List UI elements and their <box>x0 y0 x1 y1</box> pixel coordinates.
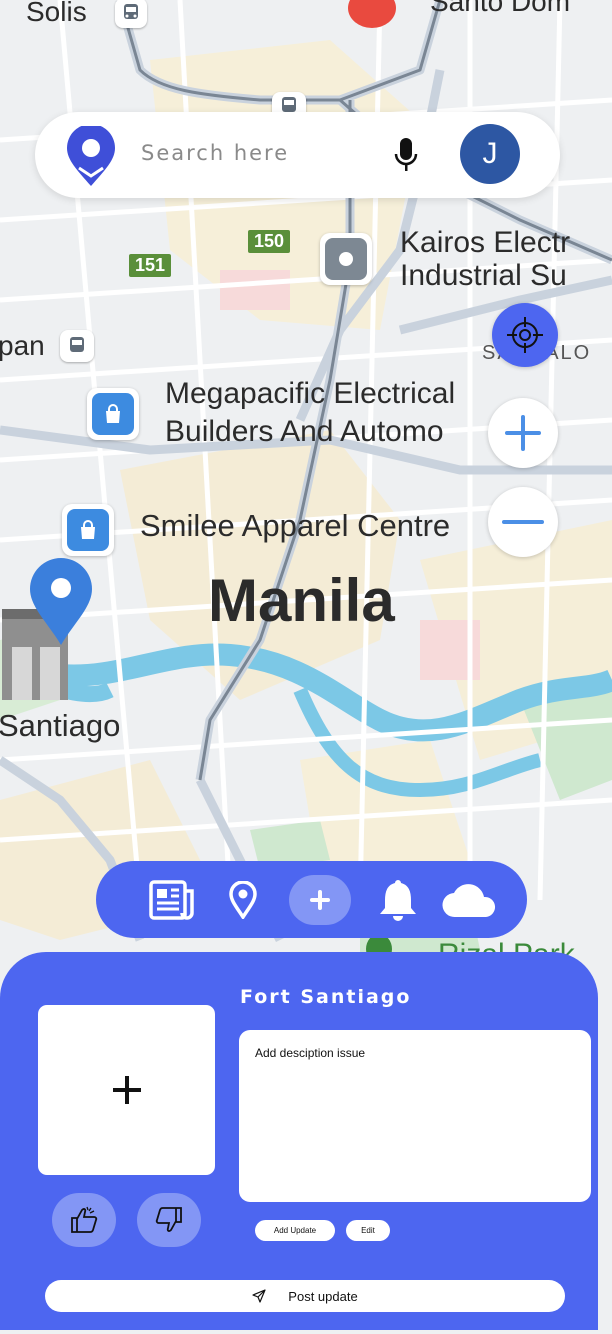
nav-news[interactable] <box>144 861 200 938</box>
post-update-label: Post update <box>288 1288 358 1304</box>
thumbs-up-icon <box>71 1206 98 1233</box>
post-update-button[interactable]: Post update <box>45 1280 565 1312</box>
poi-kairos[interactable] <box>320 233 372 285</box>
nav-location[interactable] <box>223 861 263 938</box>
place-label-santiago: Santiago <box>0 708 121 743</box>
search-input[interactable]: Search here <box>141 141 289 165</box>
crosshair-icon <box>507 317 543 353</box>
bell-icon <box>380 879 416 921</box>
bottom-nav <box>96 861 527 938</box>
place-label-solis: Solis <box>26 0 87 27</box>
news-icon <box>149 879 194 920</box>
shopping-bag-icon <box>92 393 134 435</box>
place-label-santo: Santo Dom <box>430 0 571 17</box>
place-label-smilee: Smilee Apparel Centre <box>140 508 451 543</box>
nav-weather[interactable] <box>440 861 500 938</box>
add-photo-button[interactable] <box>38 1005 215 1175</box>
poi-smilee[interactable] <box>62 504 114 556</box>
plus-icon <box>112 1076 141 1104</box>
location-pin-icon <box>229 880 257 919</box>
place-label-line: Megapacific Electrical <box>165 377 456 410</box>
description-input[interactable]: Add desciption issue <box>239 1030 591 1202</box>
bus-stop-icon[interactable] <box>115 0 147 28</box>
city-label: Manila <box>208 567 395 634</box>
search-bar[interactable]: Search here J <box>35 112 560 198</box>
zoom-in-button[interactable] <box>488 398 558 468</box>
nav-add[interactable] <box>289 861 351 938</box>
add-icon <box>310 889 330 910</box>
thumbs-up-button[interactable] <box>52 1193 116 1247</box>
my-location-button[interactable] <box>492 303 558 367</box>
edit-button[interactable]: Edit <box>346 1220 390 1241</box>
location-detail-panel: Fort Santiago Add desciption issue Add U… <box>0 952 598 1330</box>
cloud-icon <box>442 883 496 917</box>
place-label-line: Kairos Electr <box>400 226 571 259</box>
minus-icon <box>502 520 544 524</box>
place-label-kairos: Kairos Electr Industrial Su <box>400 226 570 292</box>
poi-megapacific[interactable] <box>87 388 139 440</box>
place-label-pan: pan <box>0 330 45 361</box>
road-shield: 150 <box>248 230 291 253</box>
app-logo-icon <box>65 124 117 188</box>
place-label-line: Industrial Su <box>400 259 567 292</box>
add-update-button[interactable]: Add Update <box>255 1220 335 1241</box>
panel-title: Fort Santiago <box>240 986 412 1008</box>
industry-icon <box>325 238 367 280</box>
road-shield: 151 <box>129 254 172 277</box>
user-avatar[interactable]: J <box>460 124 520 184</box>
place-label-megapacific: Megapacific Electrical Builders And Auto… <box>165 375 527 451</box>
nav-notifications[interactable] <box>374 861 422 938</box>
send-icon <box>252 1289 266 1303</box>
description-placeholder: Add desciption issue <box>255 1046 366 1060</box>
zoom-out-button[interactable] <box>488 487 558 557</box>
plus-icon <box>505 415 541 451</box>
microphone-icon[interactable] <box>393 136 419 176</box>
add-button[interactable] <box>289 874 351 925</box>
shopping-bag-icon <box>67 509 109 551</box>
bus-stop-icon[interactable] <box>60 330 94 362</box>
thumbs-down-icon <box>155 1207 182 1232</box>
place-label-line: Builders And Automo <box>165 415 444 448</box>
thumbs-down-button[interactable] <box>137 1193 201 1247</box>
location-pin-marker[interactable] <box>28 557 94 647</box>
